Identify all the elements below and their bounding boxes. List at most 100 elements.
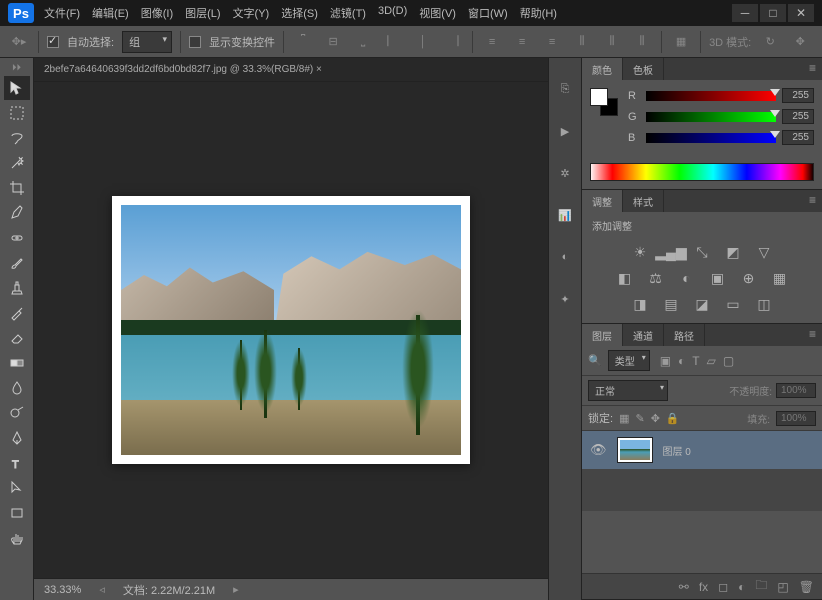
rectangle-tool[interactable] xyxy=(4,501,30,525)
layer-visibility-icon[interactable]: 👁 xyxy=(590,442,607,458)
brush-tool[interactable] xyxy=(4,251,30,275)
layer-filter-kind-select[interactable]: 类型 xyxy=(608,350,650,371)
photo-filter-icon[interactable]: ▣ xyxy=(708,269,728,287)
info-chevron-icon[interactable]: ▸ xyxy=(233,583,239,596)
exposure-icon[interactable]: ◩ xyxy=(723,243,743,261)
mode-3d-pan-icon[interactable]: ✥ xyxy=(789,31,811,53)
color-spectrum-ramp[interactable] xyxy=(590,163,814,181)
b-value-input[interactable]: 255 xyxy=(782,130,814,145)
tab-paths[interactable]: 路径 xyxy=(664,324,705,346)
menu-3d[interactable]: 3D(D) xyxy=(378,5,407,21)
distribute-vcenter-icon[interactable]: ≡ xyxy=(511,31,533,53)
collapse-handle-icon[interactable]: ⏵⏵ xyxy=(12,62,21,73)
properties-panel-icon[interactable]: ◐ xyxy=(554,246,576,268)
history-brush-tool[interactable] xyxy=(4,301,30,325)
lock-position-icon[interactable]: ✥ xyxy=(651,412,660,425)
gradient-tool[interactable] xyxy=(4,351,30,375)
marquee-tool[interactable] xyxy=(4,101,30,125)
color-balance-icon[interactable]: ⚖ xyxy=(646,269,666,287)
healing-brush-tool[interactable] xyxy=(4,226,30,250)
show-transform-checkbox[interactable] xyxy=(189,36,201,48)
fill-input[interactable]: 100% xyxy=(776,411,816,426)
path-selection-tool[interactable] xyxy=(4,476,30,500)
layer-name-label[interactable]: 图层 0 xyxy=(663,443,691,458)
menu-type[interactable]: 文字(Y) xyxy=(233,5,270,21)
color-lookup-icon[interactable]: ▦ xyxy=(770,269,790,287)
filter-type-icon[interactable]: T xyxy=(692,354,699,368)
hue-saturation-icon[interactable]: ◧ xyxy=(615,269,635,287)
move-tool[interactable] xyxy=(4,76,30,100)
menu-window[interactable]: 窗口(W) xyxy=(468,5,508,21)
menu-filter[interactable]: 滤镜(T) xyxy=(330,5,366,21)
distribute-top-icon[interactable]: ≡ xyxy=(481,31,503,53)
actions-panel-icon[interactable]: ▶ xyxy=(554,120,576,142)
hand-tool[interactable] xyxy=(4,526,30,550)
tab-styles[interactable]: 样式 xyxy=(623,190,664,212)
r-slider[interactable] xyxy=(646,91,776,101)
tab-channels[interactable]: 通道 xyxy=(623,324,664,346)
layer-mask-icon[interactable]: ◻ xyxy=(718,580,728,594)
document-tab[interactable]: 2befe7a64640639f3dd2df6bd0bd82f7.jpg @ 3… xyxy=(34,58,548,82)
brightness-contrast-icon[interactable]: ☀ xyxy=(630,243,650,261)
eraser-tool[interactable] xyxy=(4,326,30,350)
distribute-left-icon[interactable]: ⫼ xyxy=(571,31,593,53)
menu-image[interactable]: 图像(I) xyxy=(141,5,173,21)
eyedropper-tool[interactable] xyxy=(4,201,30,225)
new-fill-adjustment-icon[interactable]: ◐ xyxy=(738,580,745,594)
opacity-input[interactable]: 100% xyxy=(776,383,816,398)
window-maximize-button[interactable]: □ xyxy=(760,4,786,22)
align-left-icon[interactable]: ⎸ xyxy=(382,31,404,53)
posterize-icon[interactable]: ▤ xyxy=(661,295,681,313)
layer-style-icon[interactable]: fx xyxy=(699,580,708,594)
distribute-bottom-icon[interactable]: ≡ xyxy=(541,31,563,53)
blur-tool[interactable] xyxy=(4,376,30,400)
history-panel-icon[interactable]: ⎘ xyxy=(554,78,576,100)
blend-mode-select[interactable]: 正常 xyxy=(588,380,668,401)
zoom-level[interactable]: 33.33% xyxy=(44,584,81,596)
filter-shape-icon[interactable]: ▱ xyxy=(707,354,716,368)
window-close-button[interactable]: ✕ xyxy=(788,4,814,22)
tab-color[interactable]: 颜色 xyxy=(582,58,623,80)
new-group-icon[interactable]: 🗀 xyxy=(755,576,767,597)
dodge-tool[interactable] xyxy=(4,401,30,425)
mode-3d-rotate-icon[interactable]: ↻ xyxy=(759,31,781,53)
pen-tool[interactable] xyxy=(4,426,30,450)
menu-edit[interactable]: 编辑(E) xyxy=(92,5,129,21)
new-layer-icon[interactable]: ◰ xyxy=(777,580,788,594)
align-right-icon[interactable]: ⎹ xyxy=(442,31,464,53)
invert-icon[interactable]: ◨ xyxy=(630,295,650,313)
tab-layers[interactable]: 图层 xyxy=(582,324,623,346)
g-value-input[interactable]: 255 xyxy=(782,109,814,124)
align-top-icon[interactable]: ⎴ xyxy=(292,31,314,53)
menu-help[interactable]: 帮助(H) xyxy=(520,5,557,21)
filter-search-icon[interactable]: 🔍 xyxy=(588,354,602,367)
document-canvas[interactable] xyxy=(112,196,470,464)
tab-adjustments[interactable]: 调整 xyxy=(582,190,623,212)
filter-smart-icon[interactable]: ▢ xyxy=(723,354,734,368)
selective-color-icon[interactable]: ◫ xyxy=(754,295,774,313)
auto-align-icon[interactable]: ▦ xyxy=(670,31,692,53)
layer-thumbnail[interactable] xyxy=(617,437,653,463)
distribute-hcenter-icon[interactable]: ⫼ xyxy=(601,31,623,53)
navigator-panel-icon[interactable]: ✲ xyxy=(554,162,576,184)
auto-select-target-select[interactable]: 组 xyxy=(122,31,172,53)
move-tool-preset-icon[interactable]: ✥▸ xyxy=(8,31,30,53)
align-vcenter-icon[interactable]: ⊟ xyxy=(322,31,344,53)
menu-select[interactable]: 选择(S) xyxy=(281,5,318,21)
window-minimize-button[interactable]: ─ xyxy=(732,4,758,22)
menu-layer[interactable]: 图层(L) xyxy=(185,5,220,21)
auto-select-checkbox[interactable] xyxy=(47,36,59,48)
align-hcenter-icon[interactable]: │ xyxy=(412,31,434,53)
levels-icon[interactable]: ▂▄▆ xyxy=(661,243,681,261)
r-value-input[interactable]: 255 xyxy=(782,88,814,103)
crop-tool[interactable] xyxy=(4,176,30,200)
character-panel-icon[interactable]: ✦ xyxy=(554,288,576,310)
black-white-icon[interactable]: ◐ xyxy=(677,269,697,287)
align-bottom-icon[interactable]: ⎵ xyxy=(352,31,374,53)
channel-mixer-icon[interactable]: ⊕ xyxy=(739,269,759,287)
filter-adjustment-icon[interactable]: ◐ xyxy=(678,354,685,368)
histogram-panel-icon[interactable]: 📊 xyxy=(554,204,576,226)
delete-layer-icon[interactable]: 🗑 xyxy=(799,580,814,594)
zoom-slider-icon[interactable]: ◃ xyxy=(99,583,105,596)
curves-icon[interactable]: ⤡ xyxy=(692,243,712,261)
